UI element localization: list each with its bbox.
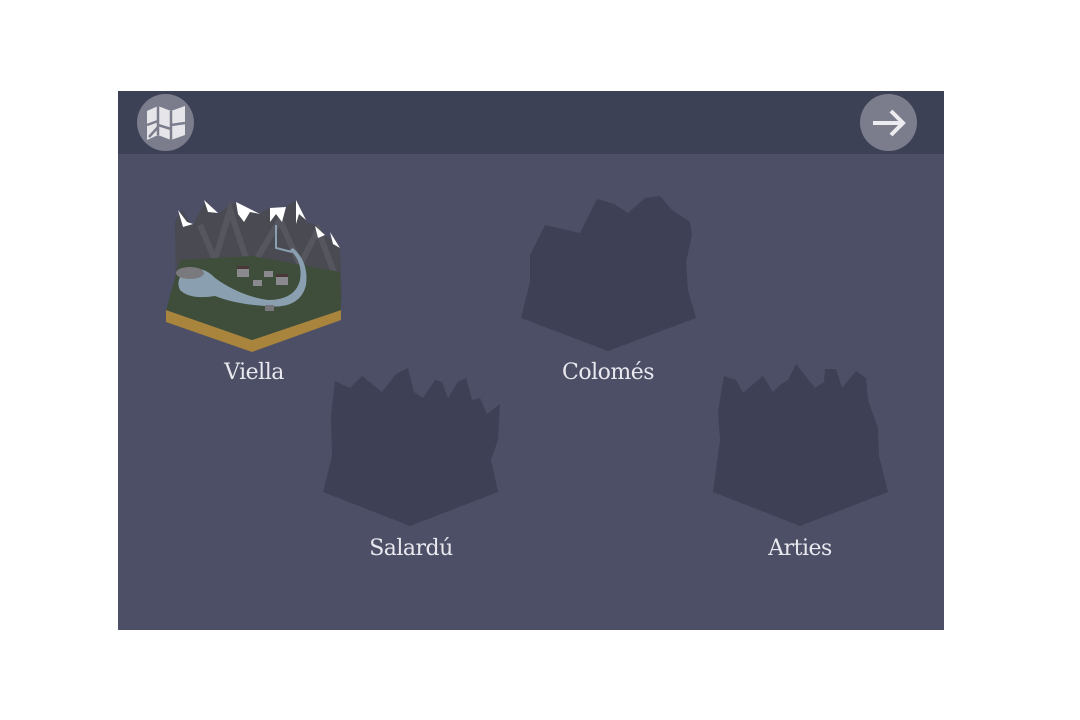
location-viella-island[interactable] xyxy=(166,200,342,352)
location-label-viella[interactable]: Viella xyxy=(224,360,284,385)
location-colomes-silhouette[interactable] xyxy=(521,196,696,351)
location-arties-silhouette[interactable] xyxy=(713,364,888,526)
location-salardu-silhouette[interactable] xyxy=(323,368,500,526)
location-label-colomes[interactable]: Colomés xyxy=(562,360,655,385)
location-label-salardu[interactable]: Salardú xyxy=(369,536,453,561)
location-label-arties[interactable]: Arties xyxy=(768,536,832,561)
